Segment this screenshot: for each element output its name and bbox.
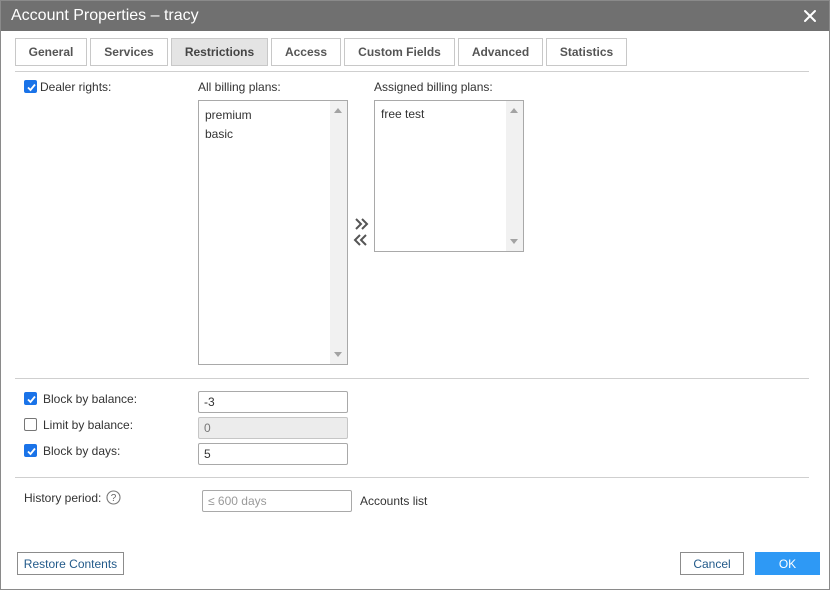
block-by-days-checkbox[interactable] [24, 444, 37, 457]
accounts-list-link[interactable]: Accounts list [360, 494, 427, 508]
scroll-up-arrow-icon[interactable] [334, 108, 342, 113]
list-item[interactable]: free test [381, 107, 424, 121]
list-item[interactable]: basic [205, 127, 233, 141]
scroll-up-arrow-icon[interactable] [510, 108, 518, 113]
dealer-rights-checkbox[interactable] [24, 80, 37, 93]
block-by-balance-checkbox[interactable] [24, 392, 37, 405]
limit-by-balance-input [198, 417, 348, 439]
block-by-balance-label: Block by balance: [43, 392, 138, 406]
assigned-billing-plans-label: Assigned billing plans: [374, 80, 493, 94]
tab-restrictions[interactable]: Restrictions [171, 38, 268, 66]
section-divider [15, 477, 809, 478]
limit-by-balance-checkbox[interactable] [24, 418, 37, 431]
block-by-days-input[interactable] [198, 443, 348, 465]
account-properties-dialog: Account Properties – tracy General Servi… [0, 0, 830, 590]
scroll-down-arrow-icon[interactable] [510, 239, 518, 244]
tab-access[interactable]: Access [271, 38, 341, 66]
window-title: Account Properties – tracy [11, 7, 199, 24]
assigned-billing-plans-list[interactable]: free test [374, 100, 524, 252]
close-icon[interactable] [801, 7, 819, 25]
scrollbar[interactable] [506, 101, 523, 251]
scroll-down-arrow-icon[interactable] [334, 352, 342, 357]
block-by-balance-input[interactable] [198, 391, 348, 413]
tab-general[interactable]: General [15, 38, 87, 66]
tab-advanced[interactable]: Advanced [458, 38, 543, 66]
block-by-days-label: Block by days: [43, 444, 121, 458]
list-item[interactable]: premium [205, 108, 252, 122]
move-left-icon[interactable] [351, 232, 369, 248]
move-right-icon[interactable] [353, 216, 371, 232]
tab-custom-fields[interactable]: Custom Fields [344, 38, 455, 66]
limit-by-balance-label: Limit by balance: [43, 418, 134, 432]
tab-divider [15, 71, 809, 72]
all-billing-plans-list[interactable]: premium basic [198, 100, 348, 365]
history-period-label: History period: [24, 491, 102, 505]
dealer-rights-label: Dealer rights: [40, 80, 112, 94]
title-bar[interactable]: Account Properties – tracy [1, 1, 829, 31]
tab-services[interactable]: Services [90, 38, 168, 66]
help-icon[interactable]: ? [106, 490, 121, 505]
cancel-button[interactable]: Cancel [680, 552, 744, 575]
restore-contents-button[interactable]: Restore Contents [17, 552, 124, 575]
scrollbar[interactable] [330, 101, 347, 364]
tab-statistics[interactable]: Statistics [546, 38, 627, 66]
svg-text:?: ? [111, 493, 117, 504]
section-divider [15, 378, 809, 379]
history-period-input[interactable] [202, 490, 352, 512]
ok-button[interactable]: OK [755, 552, 820, 575]
all-billing-plans-label: All billing plans: [198, 80, 281, 94]
